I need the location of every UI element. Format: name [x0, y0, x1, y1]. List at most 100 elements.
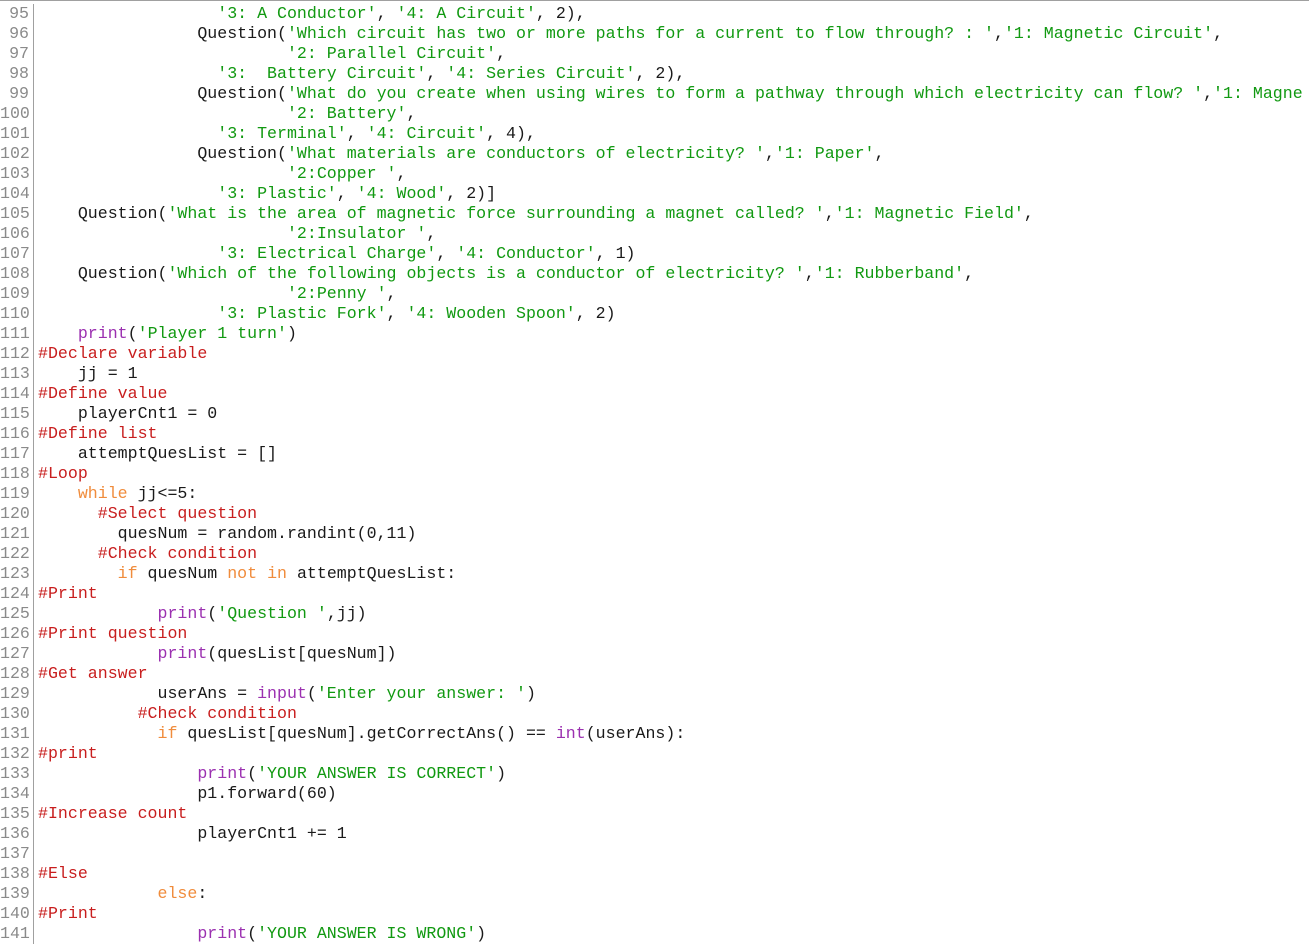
code-line[interactable]: userAns = input('Enter your answer: ') [38, 684, 1309, 704]
line-number: 104 [0, 184, 30, 203]
code-line[interactable]: print('Player 1 turn') [38, 324, 1309, 344]
comment: #print [38, 744, 98, 763]
builtin-function: print [77, 324, 128, 343]
code-text: jj = 1 [38, 364, 138, 383]
builtin-function: input [257, 684, 307, 703]
code-line[interactable]: #Print [38, 584, 1309, 604]
builtin-function: print [197, 764, 248, 783]
code-line[interactable]: print('YOUR ANSWER IS WRONG') [38, 924, 1309, 944]
code-editor[interactable]: 95 96 97 98 99 100 101 102 103 104 105 106 107 108 109… [0, 0, 1309, 944]
line-number: 121 [0, 524, 30, 543]
comment: #Print [38, 904, 98, 923]
code-line[interactable]: print('YOUR ANSWER IS CORRECT') [38, 764, 1309, 784]
code-line[interactable]: #Loop [38, 464, 1309, 484]
string-literal: 'YOUR ANSWER IS WRONG' [257, 924, 477, 943]
builtin-function: int [555, 724, 586, 743]
code-line[interactable]: print(quesList[quesNum]) [38, 644, 1309, 664]
code-line[interactable]: '3: Electrical Charge', '4: Conductor', … [38, 244, 1309, 264]
string-literal: '3: Terminal' [217, 124, 347, 143]
code-line[interactable]: quesNum = random.randint(0,11) [38, 524, 1309, 544]
code-line[interactable]: '2: Parallel Circuit', [38, 44, 1309, 64]
code-text: : [197, 884, 208, 903]
line-number: 120 [0, 504, 30, 523]
code-line[interactable]: Question('What materials are conductors … [38, 144, 1309, 164]
code-text: , [1203, 84, 1214, 103]
code-line[interactable]: #Increase count [38, 804, 1309, 824]
line-number: 136 [0, 824, 30, 843]
code-line[interactable]: #Declare variable [38, 344, 1309, 364]
line-number: 96 [9, 24, 29, 43]
code-line[interactable]: #Print [38, 904, 1309, 924]
code-line[interactable]: Question('What is the area of magnetic f… [38, 204, 1309, 224]
code-line[interactable]: '3: Terminal', '4: Circuit', 4), [38, 124, 1309, 144]
code-area[interactable]: '3: A Conductor', '4: A Circuit', 2), Qu… [38, 4, 1309, 944]
code-text: , 4), [486, 124, 536, 143]
keyword: if [117, 564, 138, 583]
code-line[interactable]: '2:Insulator ', [38, 224, 1309, 244]
code-text: , [426, 64, 447, 83]
code-line[interactable]: #Define value [38, 384, 1309, 404]
string-literal: '1: Rubberband' [814, 264, 965, 283]
code-line[interactable]: '3: Plastic Fork', '4: Wooden Spoon', 2) [38, 304, 1309, 324]
code-line[interactable]: '2: Battery', [38, 104, 1309, 124]
string-literal: '4: A Circuit' [396, 4, 536, 23]
code-line[interactable]: #Check condition [38, 544, 1309, 564]
code-text: , 2)] [446, 184, 497, 203]
code-line[interactable]: while jj<=5: [38, 484, 1309, 504]
code-line[interactable]: Question('What do you create when using … [38, 84, 1309, 104]
code-line[interactable]: '3: Plastic', '4: Wood', 2)] [38, 184, 1309, 204]
code-text: Question( [38, 204, 168, 223]
code-line[interactable]: p1.forward(60) [38, 784, 1309, 804]
code-text: , [1023, 204, 1034, 223]
code-line[interactable]: '2:Copper ', [38, 164, 1309, 184]
code-line[interactable] [38, 844, 1309, 864]
code-line[interactable]: #Select question [38, 504, 1309, 524]
string-literal: 'Player 1 turn' [137, 324, 287, 343]
line-number: 106 [0, 224, 30, 243]
code-text: , [874, 144, 885, 163]
line-number: 113 [0, 364, 30, 383]
code-line[interactable]: '3: Battery Circuit', '4: Series Circuit… [38, 64, 1309, 84]
code-line[interactable]: if quesNum not in attemptQuesList: [38, 564, 1309, 584]
code-line[interactable]: #print [38, 744, 1309, 764]
line-number: 122 [0, 544, 30, 563]
code-line[interactable]: #Else [38, 864, 1309, 884]
string-literal: '4: Series Circuit' [446, 64, 636, 83]
string-literal: '4: Wood' [356, 184, 447, 203]
string-literal: '3: Battery Circuit' [217, 64, 427, 83]
line-number-gutter: 95 96 97 98 99 100 101 102 103 104 105 106 107 108 109… [0, 4, 34, 944]
line-number: 139 [0, 884, 30, 903]
code-line[interactable]: print('Question ',jj) [38, 604, 1309, 624]
code-line[interactable]: #Check condition [38, 704, 1309, 724]
code-line[interactable]: '2:Penny ', [38, 284, 1309, 304]
code-line[interactable]: playerCnt1 += 1 [38, 824, 1309, 844]
code-line[interactable]: attemptQuesList = [] [38, 444, 1309, 464]
comment: #Else [38, 864, 88, 883]
code-line[interactable]: #Define list [38, 424, 1309, 444]
code-text: , [436, 244, 457, 263]
line-number: 126 [0, 624, 30, 643]
code-line[interactable]: playerCnt1 = 0 [38, 404, 1309, 424]
line-number: 131 [0, 724, 30, 743]
code-text: jj<=5: [127, 484, 198, 503]
line-number: 124 [0, 584, 30, 603]
code-line[interactable]: else: [38, 884, 1309, 904]
code-line[interactable]: if quesList[quesNum].getCorrectAns() == … [38, 724, 1309, 744]
code-line[interactable]: '3: A Conductor', '4: A Circuit', 2), [38, 4, 1309, 24]
code-line[interactable]: Question('Which of the following objects… [38, 264, 1309, 284]
code-line[interactable]: Question('Which circuit has two or more … [38, 24, 1309, 44]
code-line[interactable]: jj = 1 [38, 364, 1309, 384]
line-number: 135 [0, 804, 30, 823]
code-line[interactable]: #Get answer [38, 664, 1309, 684]
code-line[interactable]: #Print question [38, 624, 1309, 644]
code-text: p1.forward(60) [38, 784, 337, 803]
